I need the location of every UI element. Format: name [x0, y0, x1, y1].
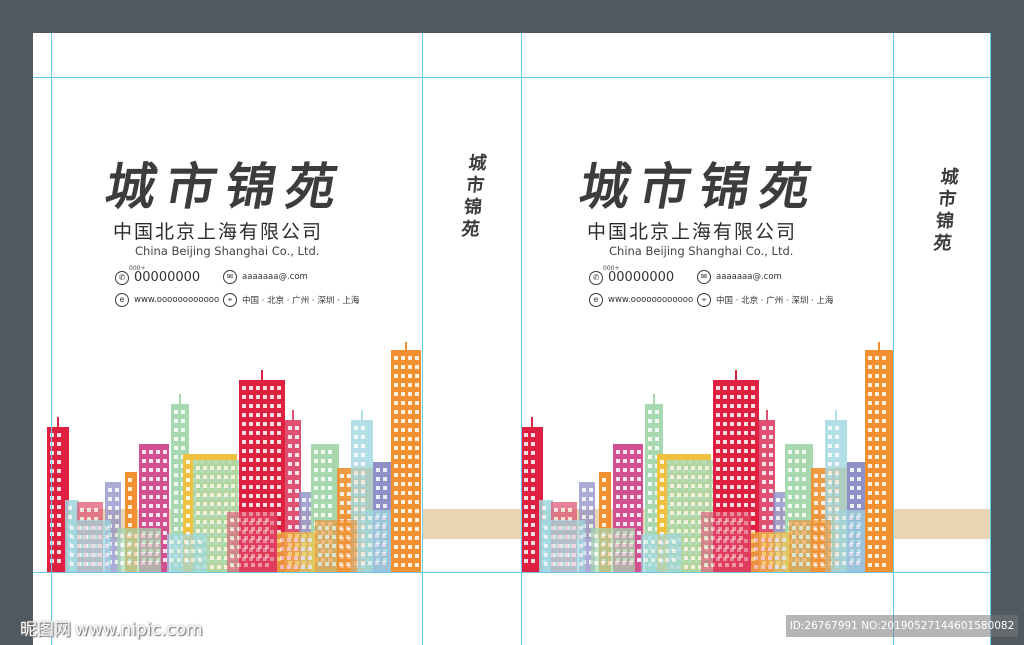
- guide-line: [521, 33, 522, 645]
- city-skyline: [521, 342, 893, 572]
- building: [365, 510, 391, 572]
- company-name-en: China Beijing Shanghai Co., Ltd.: [609, 244, 794, 258]
- address-text: 中国 · 北京 · 广州 · 深圳 · 上海: [716, 296, 834, 306]
- mail-icon: ✉: [697, 270, 711, 284]
- email-line: ✉ aaaaaaa@.com: [223, 270, 308, 284]
- side-panel: 城市锦苑: [422, 77, 521, 572]
- building: [391, 342, 421, 572]
- beige-band: [422, 509, 521, 539]
- email-address: aaaaaaa@.com: [242, 272, 308, 282]
- mail-icon: ✉: [223, 270, 237, 284]
- address-text: 中国 · 北京 · 广州 · 深圳 · 上海: [242, 296, 360, 306]
- phone-number: 00000000: [608, 270, 675, 285]
- artboard: 城市锦苑 中国北京上海有限公司 China Beijing Shanghai C…: [33, 33, 991, 645]
- watermark-site: www.nipic.com: [75, 620, 203, 640]
- guide-line: [51, 33, 52, 645]
- globe-icon: e: [589, 293, 603, 307]
- website-url: www.oooooooooooo: [608, 295, 694, 305]
- vertical-brand-title: 城市锦苑: [457, 153, 488, 241]
- building: [227, 512, 277, 572]
- company-name-cn: 中国北京上海有限公司: [113, 221, 324, 243]
- email-address: aaaaaaa@.com: [716, 272, 782, 282]
- image-id-badge: ID:26767991 NO:20190527144601580082: [786, 615, 1018, 637]
- brand-title: 城市锦苑: [575, 157, 826, 216]
- front-panel: 城市锦苑 中国北京上海有限公司 China Beijing Shanghai C…: [47, 77, 421, 572]
- building: [839, 510, 865, 572]
- brand-title: 城市锦苑: [101, 157, 352, 216]
- website-url: www.oooooooooooo: [134, 295, 220, 305]
- building: [789, 520, 831, 572]
- building: [541, 520, 585, 572]
- building: [641, 534, 681, 572]
- address-line: ⌖ 中国 · 北京 · 广州 · 深圳 · 上海: [697, 293, 833, 307]
- front-panel: 城市锦苑 中国北京上海有限公司 China Beijing Shanghai C…: [521, 77, 893, 572]
- company-name-cn: 中国北京上海有限公司: [587, 221, 798, 243]
- website-line: e www.oooooooooooo: [115, 293, 219, 307]
- building: [277, 532, 317, 572]
- watermark-logo: 昵图网: [20, 620, 71, 640]
- phone-icon: ✆: [115, 270, 129, 285]
- building: [751, 532, 791, 572]
- guide-line: [33, 572, 991, 573]
- building: [701, 512, 751, 572]
- guide-line: [893, 33, 894, 645]
- guide-line: [422, 33, 423, 645]
- side-panel: 城市锦苑: [894, 77, 991, 572]
- city-skyline: [47, 342, 421, 572]
- website-line: e www.oooooooooooo: [589, 293, 693, 307]
- building: [67, 520, 111, 572]
- phone-icon: ✆: [589, 270, 603, 285]
- building: [315, 520, 357, 572]
- globe-icon: e: [115, 293, 129, 307]
- email-line: ✉ aaaaaaa@.com: [697, 270, 782, 284]
- company-name-en: China Beijing Shanghai Co., Ltd.: [135, 244, 320, 258]
- building: [117, 528, 161, 572]
- address-line: ⌖ 中国 · 北京 · 广州 · 深圳 · 上海: [223, 293, 359, 307]
- building: [591, 528, 635, 572]
- nipic-watermark: 昵图网 www.nipic.com: [16, 615, 203, 640]
- phone-number: 00000000: [134, 270, 201, 285]
- beige-band: [894, 509, 991, 539]
- phone-line: ✆ 00000000: [115, 270, 200, 285]
- guide-line: [990, 33, 991, 645]
- building: [865, 342, 893, 572]
- building: [167, 534, 207, 572]
- location-pin-icon: ⌖: [223, 293, 237, 307]
- location-pin-icon: ⌖: [697, 293, 711, 307]
- guide-line: [33, 77, 991, 78]
- vertical-brand-title: 城市锦苑: [929, 167, 960, 255]
- phone-line: ✆ 00000000: [589, 270, 674, 285]
